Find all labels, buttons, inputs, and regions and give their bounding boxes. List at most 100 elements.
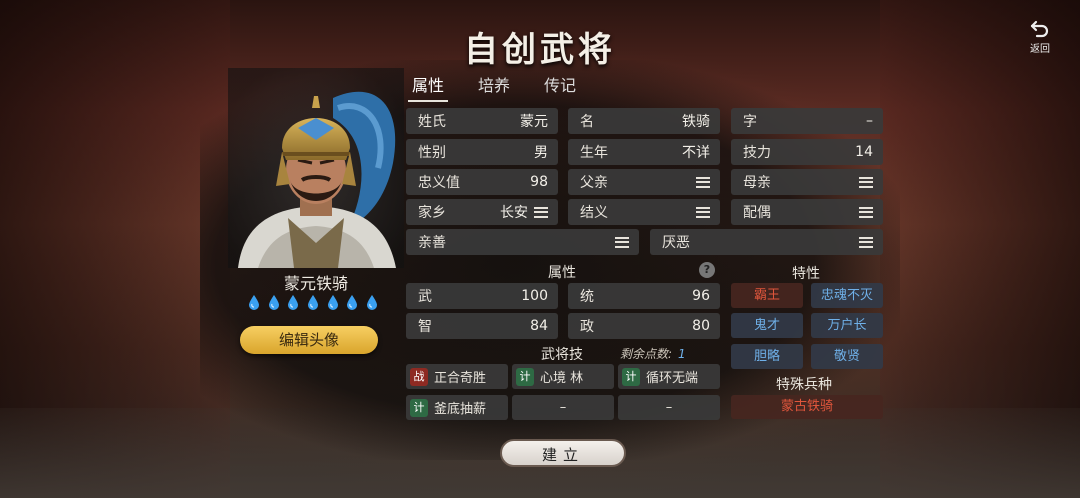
skill-type-tag: 战 [410, 367, 428, 386]
given-name-label: 名 [580, 114, 594, 130]
tab-training[interactable]: 培养 [474, 72, 514, 102]
special-troop-value[interactable]: 蒙古铁骑 [731, 395, 883, 419]
list-icon [534, 206, 548, 218]
courtesy-value: – [866, 113, 873, 129]
list-icon [696, 206, 710, 218]
back-label: 返回 [1030, 44, 1050, 55]
list-icon [859, 236, 873, 248]
water-drop-icon [268, 295, 279, 310]
courtesy-label: 字 [743, 114, 757, 130]
remaining-points: 剩余点数: 1 [620, 345, 686, 362]
skill-name: 釜底抽薪 [434, 402, 487, 417]
sworn-field[interactable]: 结义 [568, 199, 720, 225]
water-drop-icon [307, 295, 318, 310]
lead-label: 统 [580, 289, 594, 305]
hometown-value: 长安 [500, 205, 528, 221]
back-arrow-icon [1030, 20, 1049, 38]
skill-name: 正合奇胜 [434, 371, 487, 386]
favor-label: 亲善 [418, 235, 446, 251]
special-troop-header: 特殊兵种 [776, 377, 832, 393]
dislike-label: 厌恶 [662, 235, 690, 251]
water-drop-icon [288, 295, 299, 310]
intel-field[interactable]: 智 84 [406, 313, 558, 339]
father-field[interactable]: 父亲 [568, 169, 720, 195]
skill-name: 循环无端 [646, 371, 699, 386]
skill-slot-5[interactable]: – [512, 395, 614, 420]
war-field[interactable]: 武 100 [406, 283, 558, 309]
politics-field[interactable]: 政 80 [568, 313, 720, 339]
war-label: 武 [418, 289, 432, 305]
list-icon [696, 176, 710, 188]
politics-label: 政 [580, 319, 594, 335]
trait-overlord[interactable]: 霸王 [731, 283, 803, 308]
given-name-field[interactable]: 名 铁骑 [568, 108, 720, 134]
edit-avatar-button[interactable]: 编辑头像 [240, 326, 378, 354]
general-name: 蒙元铁骑 [283, 274, 348, 293]
back-button[interactable]: 返回 [1022, 20, 1058, 55]
hometown-field[interactable]: 家乡 长安 [406, 199, 558, 225]
surname-label: 姓氏 [418, 114, 446, 130]
trait-genius[interactable]: 鬼才 [731, 313, 803, 338]
surname-field[interactable]: 姓氏 蒙元 [406, 108, 558, 134]
given-name-value: 铁骑 [682, 114, 710, 130]
trait-myriarch[interactable]: 万户长 [811, 313, 883, 338]
skill-type-tag: 计 [622, 367, 640, 386]
skill-slot-1[interactable]: 战 正合奇胜 [406, 364, 508, 389]
hometown-label: 家乡 [418, 205, 446, 221]
help-icon[interactable]: ? [699, 262, 715, 278]
trait-boldness[interactable]: 胆略 [731, 344, 803, 369]
lead-field[interactable]: 统 96 [568, 283, 720, 309]
skills-header: 武将技 [541, 347, 583, 363]
general-portrait [228, 68, 404, 268]
skill-name: – [665, 400, 673, 415]
skill-slot-3[interactable]: 计 循环无端 [618, 364, 720, 389]
create-button[interactable]: 建立 [500, 439, 626, 467]
mother-field[interactable]: 母亲 [731, 169, 883, 195]
surname-value: 蒙元 [520, 114, 548, 130]
skill-slot-4[interactable]: 计 釜底抽薪 [406, 395, 508, 420]
intel-value: 84 [530, 318, 548, 334]
remaining-points-value: 1 [678, 347, 686, 361]
skill-name: 心境 林 [540, 371, 584, 386]
skill-type-tag: 计 [516, 367, 534, 386]
birth-year-value: 不详 [682, 145, 710, 161]
father-label: 父亲 [580, 175, 608, 191]
gender-label: 性别 [418, 145, 446, 161]
favor-field[interactable]: 亲善 [406, 229, 639, 255]
skill-slot-2[interactable]: 计 心境 林 [512, 364, 614, 389]
skill-power-value: 14 [855, 144, 873, 160]
birth-year-field[interactable]: 生年 不详 [568, 139, 720, 165]
remaining-points-label: 剩余点数: [620, 347, 673, 361]
trait-respect-talent[interactable]: 敬贤 [811, 344, 883, 369]
spouse-field[interactable]: 配偶 [731, 199, 883, 225]
tab-biography[interactable]: 传记 [540, 72, 580, 102]
gender-value: 男 [534, 145, 548, 161]
mother-label: 母亲 [743, 175, 771, 191]
dislike-field[interactable]: 厌恶 [650, 229, 883, 255]
war-value: 100 [521, 288, 548, 304]
tab-attributes[interactable]: 属性 [408, 72, 449, 102]
lead-value: 96 [692, 288, 710, 304]
skill-type-tag: 计 [410, 398, 428, 417]
courtesy-field[interactable]: 字 – [731, 108, 883, 134]
list-icon [859, 206, 873, 218]
trait-undying-loyalty[interactable]: 忠魂不灭 [811, 283, 883, 308]
sworn-label: 结义 [580, 205, 608, 221]
attributes-header: 属性 [548, 265, 576, 281]
loyalty-field[interactable]: 忠义值 98 [406, 169, 558, 195]
birth-year-label: 生年 [580, 145, 608, 161]
spouse-label: 配偶 [743, 205, 771, 221]
skill-power-field: 技力 14 [731, 139, 883, 165]
page-title: 自创武将 [464, 30, 616, 70]
list-icon [615, 236, 629, 248]
loyalty-value: 98 [530, 174, 548, 190]
skill-power-label: 技力 [743, 145, 771, 161]
intel-label: 智 [418, 319, 432, 335]
gender-field[interactable]: 性别 男 [406, 139, 558, 165]
skill-name: – [559, 400, 567, 415]
water-drop-icon [366, 295, 377, 310]
tab-bar: 属性 培养 传记 [408, 72, 580, 102]
skill-slot-6[interactable]: – [618, 395, 720, 420]
list-icon [859, 176, 873, 188]
politics-value: 80 [692, 318, 710, 334]
